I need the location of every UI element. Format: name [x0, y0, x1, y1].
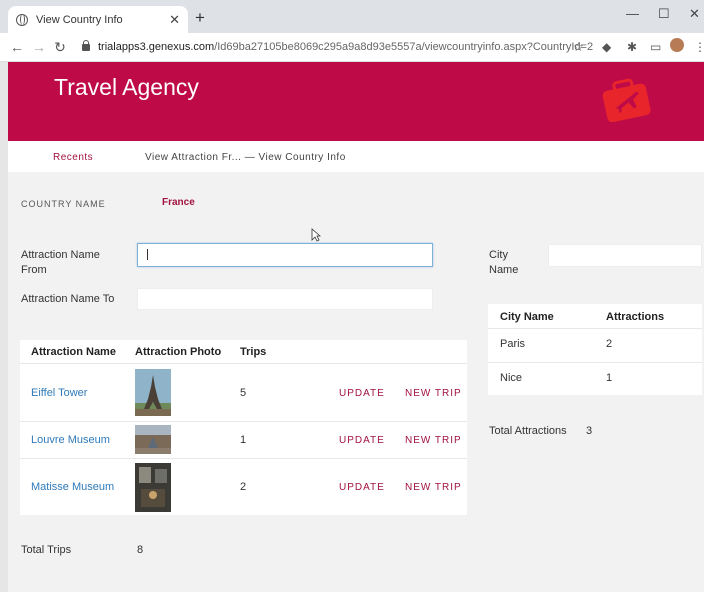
menu-icon[interactable]: ⋮: [694, 40, 704, 54]
minimize-icon[interactable]: —: [626, 6, 639, 21]
total-trips-label: Total Trips: [21, 544, 72, 556]
cities-grid: City Name Attractions Paris 2 Nice 1: [488, 304, 702, 395]
new-trip-button[interactable]: NEW TRIP: [405, 388, 462, 399]
col-header-attraction-photo[interactable]: Attraction Photo: [135, 346, 221, 358]
country-name-value: France: [162, 197, 195, 208]
eiffel-tower-photo: [135, 369, 171, 416]
browser-tab[interactable]: View Country Info ✕: [8, 6, 188, 33]
total-trips-value: 8: [137, 544, 144, 556]
louvre-museum-photo: [135, 425, 171, 454]
attraction-name-from-input[interactable]: [137, 243, 433, 267]
country-name-label: COUNTRY NAME: [21, 199, 106, 209]
page-gutter: [0, 62, 8, 592]
col-header-city-name[interactable]: City Name: [500, 311, 554, 323]
globe-icon: [16, 13, 28, 26]
attractions-grid: Attraction Name Attraction Photo Trips E…: [20, 340, 467, 515]
update-button[interactable]: UPDATE: [339, 482, 385, 493]
suitcase-icon: [602, 78, 651, 122]
trips-count: 2: [240, 481, 247, 493]
lock-icon[interactable]: [82, 39, 90, 51]
profile-avatar[interactable]: [670, 38, 684, 52]
trips-count: 5: [240, 387, 247, 399]
star-icon[interactable]: ☆: [573, 40, 584, 54]
back-icon[interactable]: ←: [10, 39, 24, 55]
city-label-line1: City: [489, 249, 508, 261]
table-row: Louvre Museum 1 UPDATE NEW TRIP: [20, 421, 467, 458]
new-trip-button[interactable]: NEW TRIP: [405, 435, 462, 446]
breadcrumb[interactable]: View Attraction Fr... — View Country Inf…: [145, 152, 346, 163]
close-tab-icon[interactable]: ✕: [169, 12, 180, 28]
reload-icon[interactable]: ↻: [54, 39, 66, 56]
total-attractions-value: 3: [586, 425, 593, 437]
window-close-icon[interactable]: ✕: [689, 6, 700, 22]
text-caret: [147, 249, 148, 260]
address-toolbar: ← → ↻ trialapps3.genexus.com/Id69ba27105…: [0, 33, 704, 62]
mouse-cursor-icon: [311, 228, 321, 242]
attraction-name-link[interactable]: Matisse Museum: [31, 481, 114, 493]
browser-tab-strip: View Country Info ✕ + — ☐ ✕: [0, 0, 704, 33]
city-label-line2: Name: [489, 264, 519, 276]
new-trip-button[interactable]: NEW TRIP: [405, 482, 462, 493]
col-header-trips[interactable]: Trips: [240, 346, 266, 358]
url-host: trialapps3.genexus.com: [98, 41, 215, 53]
update-button[interactable]: UPDATE: [339, 388, 385, 399]
attraction-name-link[interactable]: Louvre Museum: [31, 434, 110, 446]
attractions-count-cell: 2: [606, 338, 613, 350]
trips-count: 1: [240, 434, 247, 446]
total-attractions-label: Total Attractions: [489, 425, 567, 437]
update-button[interactable]: UPDATE: [339, 435, 385, 446]
table-row: Paris 2: [488, 328, 702, 362]
attraction-from-label-line2: From: [21, 264, 47, 276]
attractions-count-cell: 1: [606, 372, 613, 384]
tab-title: View Country Info: [36, 13, 123, 26]
matisse-museum-photo: [135, 463, 171, 512]
extension-icon[interactable]: ◆: [602, 40, 611, 54]
table-row: Matisse Museum 2 UPDATE NEW TRIP: [20, 458, 467, 515]
maximize-icon[interactable]: ☐: [658, 6, 670, 22]
city-name-cell: Nice: [500, 372, 523, 384]
url-path: /Id69ba27105be8069c295a9a8d93e5557a/view…: [214, 41, 594, 53]
attraction-from-label-line1: Attraction Name: [21, 249, 100, 261]
city-name-cell: Paris: [500, 338, 526, 350]
attraction-name-to-input[interactable]: [137, 288, 433, 310]
puzzle-icon[interactable]: ✱: [627, 40, 637, 54]
cast-icon[interactable]: ▭: [650, 40, 661, 54]
attraction-name-link[interactable]: Eiffel Tower: [31, 387, 87, 399]
app-title: Travel Agency: [54, 74, 199, 100]
table-row: Eiffel Tower 5 UPDATE NEW TRIP: [20, 363, 467, 421]
col-header-attraction-name[interactable]: Attraction Name: [31, 346, 116, 358]
col-header-attractions[interactable]: Attractions: [606, 311, 664, 323]
new-tab-button[interactable]: +: [195, 8, 205, 28]
app-nav-bar: Recents View Attraction Fr... — View Cou…: [8, 141, 704, 172]
table-row: Nice 1: [488, 362, 702, 395]
city-name-input[interactable]: [548, 244, 702, 267]
attraction-to-label: Attraction Name To: [21, 293, 115, 305]
address-bar[interactable]: trialapps3.genexus.com/Id69ba27105be8069…: [98, 41, 593, 53]
recents-link[interactable]: Recents: [53, 152, 93, 163]
app-header: Travel Agency: [8, 62, 704, 141]
forward-icon[interactable]: →: [32, 39, 46, 55]
